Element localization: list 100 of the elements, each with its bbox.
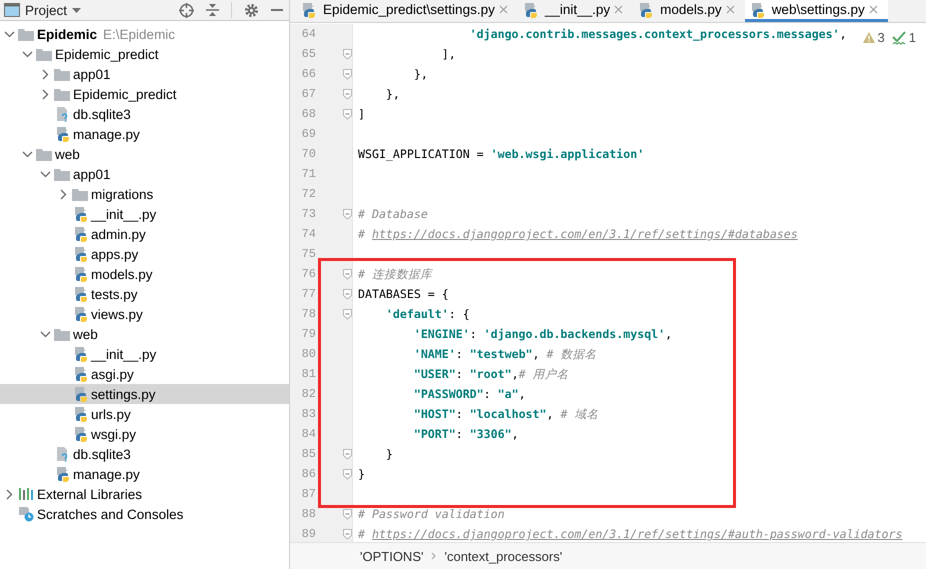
breadcrumb[interactable]: 'context_processors': [444, 548, 562, 564]
line-number: 68: [300, 107, 316, 121]
fold-marker-icon[interactable]: [343, 68, 352, 80]
line-number: 67: [300, 87, 316, 101]
fold-marker-icon[interactable]: [343, 308, 352, 320]
tree-label: __init__.py: [91, 346, 156, 362]
code-line: 'ENGINE': 'django.db.backends.mysql',: [412, 327, 672, 341]
close-icon[interactable]: [868, 5, 878, 14]
tree-row[interactable]: Epidemic_predict: [0, 44, 289, 64]
fold-marker-icon[interactable]: [343, 268, 352, 280]
tree-label: app01: [73, 66, 111, 82]
chevron-down-icon[interactable]: [4, 28, 15, 40]
tree-row[interactable]: web: [0, 324, 289, 344]
tree-row[interactable]: __init__.py: [0, 204, 289, 224]
tree-row[interactable]: wsgi.py: [0, 424, 289, 444]
close-icon[interactable]: [614, 5, 624, 14]
breadcrumb[interactable]: 'OPTIONS': [360, 548, 424, 564]
tree-row[interactable]: manage.py: [0, 464, 289, 484]
settings-icon[interactable]: [244, 2, 259, 18]
editor-tab[interactable]: Epidemic_predict\settings.py: [296, 0, 518, 22]
line-number: 79: [300, 327, 316, 341]
python-file-icon: [72, 386, 88, 402]
code-line: }: [384, 447, 393, 461]
code-line: # Database: [358, 207, 428, 221]
fold-marker-icon[interactable]: [343, 108, 352, 120]
tree-row[interactable]: db.sqlite3: [0, 444, 289, 464]
tree-row[interactable]: Scratches and Consoles: [0, 504, 289, 524]
tree-label: app01: [73, 166, 111, 182]
fold-marker-icon[interactable]: [343, 48, 352, 60]
fold-marker-icon[interactable]: [343, 448, 352, 460]
python-file-icon: [72, 406, 88, 422]
tree-row[interactable]: tests.py: [0, 284, 289, 304]
chevron-right-icon[interactable]: [4, 488, 15, 500]
close-icon[interactable]: [498, 5, 508, 14]
tree-row[interactable]: app01: [0, 164, 289, 184]
folder-icon: [54, 327, 70, 341]
panel-title[interactable]: Project: [25, 2, 68, 18]
chevron-down-icon[interactable]: [40, 328, 51, 340]
tree-row[interactable]: web: [0, 144, 289, 164]
passed-count: 1: [908, 30, 916, 45]
unknown-file-icon: [54, 106, 70, 122]
tree-label: manage.py: [73, 126, 140, 142]
line-number: 75: [300, 247, 316, 261]
fold-marker-icon[interactable]: [343, 508, 352, 520]
fold-marker-icon[interactable]: [343, 208, 352, 220]
caret-icon[interactable]: [72, 8, 82, 12]
crosshair-icon[interactable]: [179, 2, 194, 18]
tree-row[interactable]: views.py: [0, 304, 289, 324]
warning-icon[interactable]: [862, 32, 875, 43]
code-line: }: [358, 467, 365, 481]
editor-tab[interactable]: models.py: [633, 0, 745, 22]
tree-row[interactable]: urls.py: [0, 404, 289, 424]
line-number: 65: [300, 47, 316, 61]
editor-tab[interactable]: __init__.py: [518, 0, 634, 22]
tree-row[interactable]: External Libraries: [0, 484, 289, 504]
fold-marker-icon[interactable]: [343, 288, 352, 300]
line-number: 70: [300, 147, 316, 161]
tree-label: migrations: [91, 186, 154, 202]
chevron-right-icon[interactable]: [58, 188, 69, 200]
fold-marker-icon[interactable]: [343, 528, 352, 540]
folder-icon: [72, 187, 88, 201]
tree-row[interactable]: asgi.py: [0, 364, 289, 384]
fold-marker-icon[interactable]: [343, 88, 352, 100]
tree-row[interactable]: migrations: [0, 184, 289, 204]
tree-row[interactable]: models.py: [0, 264, 289, 284]
check-icon[interactable]: [892, 30, 906, 44]
warning-count: 3: [878, 30, 885, 45]
collapse-icon[interactable]: [206, 3, 219, 17]
line-number: 77: [300, 287, 316, 301]
fold-marker-icon[interactable]: [343, 468, 352, 480]
line-number: 69: [300, 127, 316, 141]
tree-row[interactable]: apps.py: [0, 244, 289, 264]
python-file-icon: [72, 206, 88, 222]
chevron-down-icon[interactable]: [22, 48, 33, 60]
tree-row[interactable]: Epidemic E:\Epidemic: [0, 24, 289, 44]
tree-label: __init__.py: [91, 206, 156, 222]
python-file-icon: [72, 346, 88, 362]
code-line: "PORT": "3306",: [412, 427, 519, 441]
tree-row[interactable]: db.sqlite3: [0, 104, 289, 124]
code-line: "PASSWORD": "a",: [412, 387, 526, 401]
editor-tab[interactable]: web\settings.py: [744, 0, 888, 22]
tree-row[interactable]: settings.py: [0, 384, 289, 404]
code-line: # https://docs.djangoproject.com/en/3.1/ref/settings/#databases: [358, 227, 798, 241]
chevron-down-icon[interactable]: [22, 148, 33, 160]
tree-row[interactable]: app01: [0, 64, 289, 84]
tree-row[interactable]: __init__.py: [0, 344, 289, 364]
tree-label: Scratches and Consoles: [37, 506, 184, 522]
tree-row[interactable]: admin.py: [0, 224, 289, 244]
python-file-icon: [72, 426, 88, 442]
line-number: 66: [300, 67, 316, 81]
chevron-right-icon[interactable]: [40, 68, 51, 80]
code-line: 'NAME': "testweb", # 数据名: [412, 346, 596, 362]
python-file-icon: [72, 266, 88, 282]
chevron-right-icon: [431, 552, 436, 560]
close-icon[interactable]: [726, 5, 735, 14]
tree-row[interactable]: Epidemic_predict: [0, 84, 289, 104]
tree-row[interactable]: manage.py: [0, 124, 289, 144]
chevron-down-icon[interactable]: [40, 168, 51, 180]
line-number: 76: [300, 267, 316, 281]
chevron-right-icon[interactable]: [40, 88, 51, 100]
